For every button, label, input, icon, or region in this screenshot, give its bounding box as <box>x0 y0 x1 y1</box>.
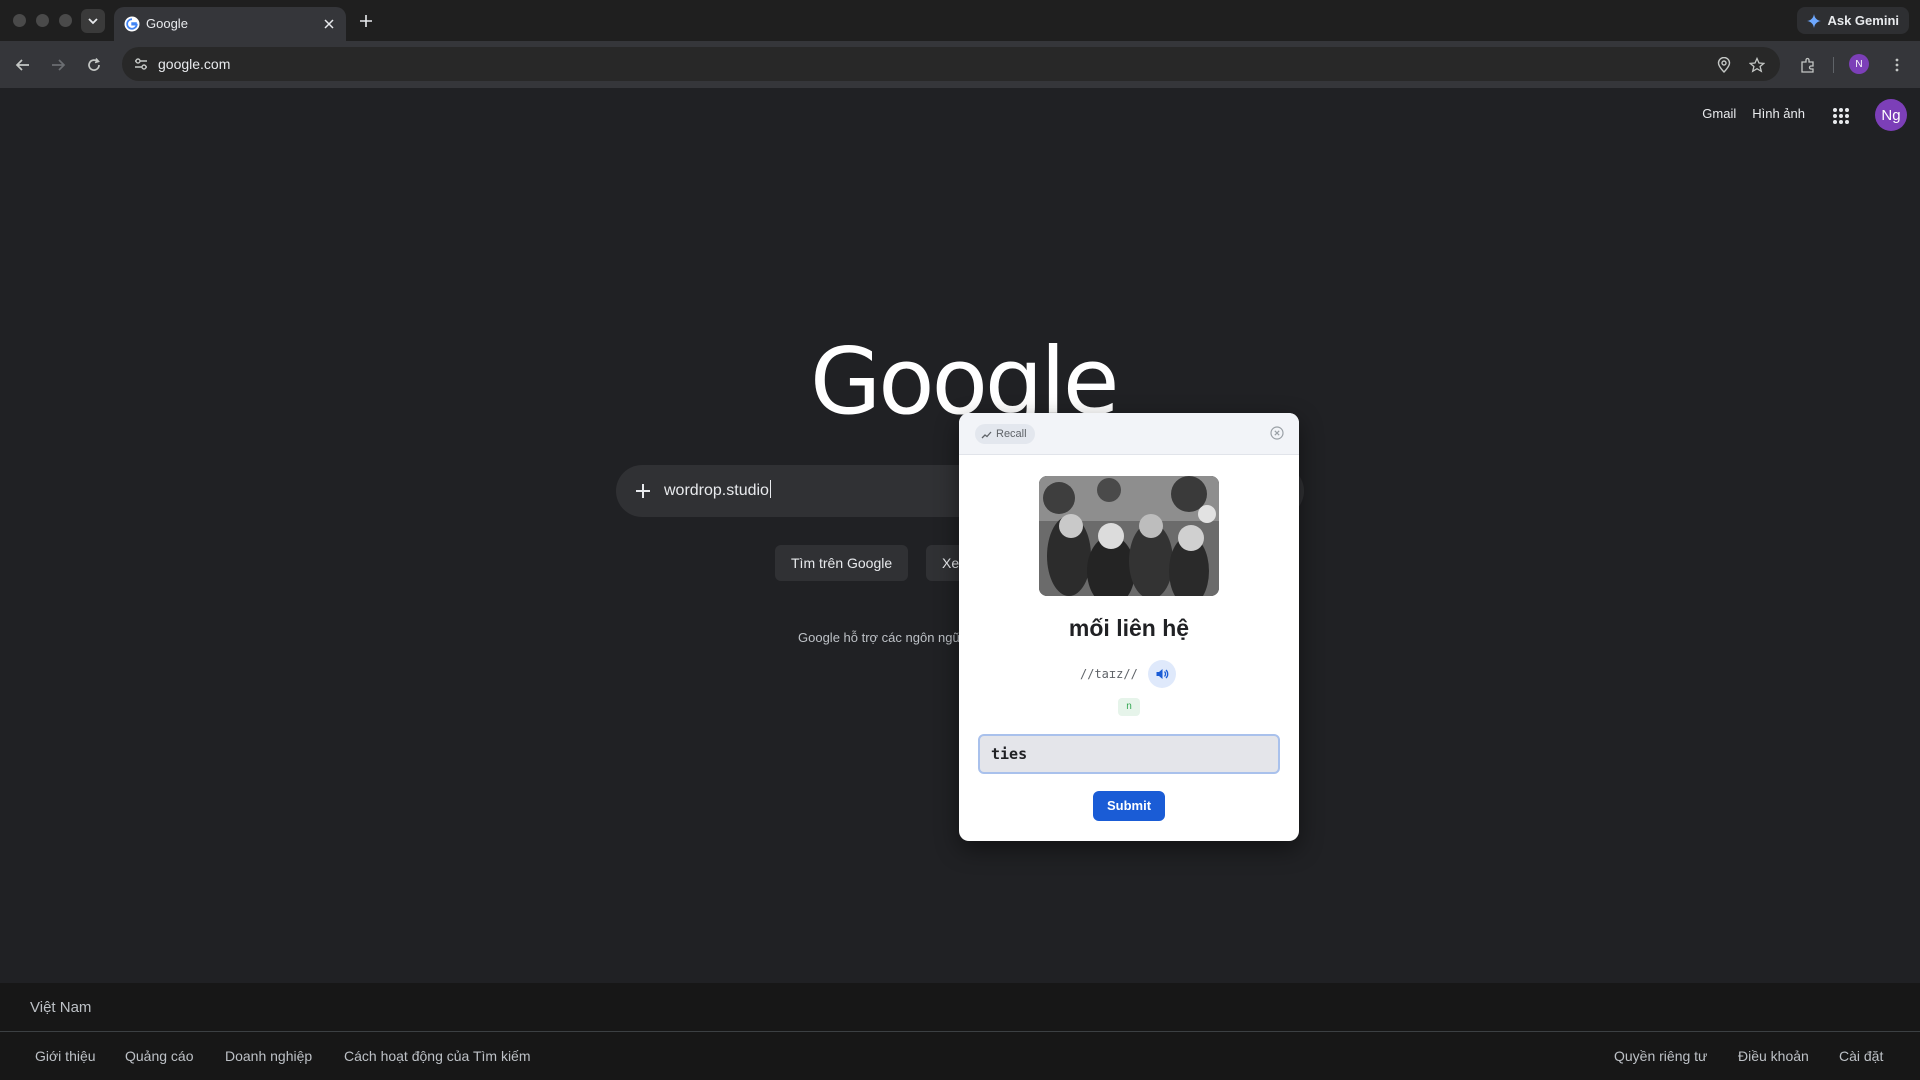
ask-gemini-button[interactable]: Ask Gemini <box>1797 7 1909 34</box>
search-add-button[interactable] <box>630 478 656 504</box>
window-minimize-button[interactable] <box>36 14 49 27</box>
puzzle-icon <box>1801 57 1814 73</box>
text-caret <box>769 480 771 498</box>
chevron-down-icon <box>88 18 98 25</box>
url-text: google.com <box>158 56 231 72</box>
forward-button[interactable] <box>45 52 71 78</box>
part-of-speech-badge: n <box>1118 698 1140 716</box>
recall-badge-label: Recall <box>996 428 1027 440</box>
browser-toolbar: google.com N <box>0 41 1920 88</box>
close-icon <box>324 19 334 29</box>
tune-icon <box>135 58 147 70</box>
back-button[interactable] <box>10 52 36 78</box>
apps-grid-icon <box>1833 108 1849 124</box>
google-apps-button[interactable] <box>1829 104 1853 128</box>
tab-search-button[interactable] <box>81 9 105 33</box>
arrow-left-icon <box>15 59 29 71</box>
window-close-button[interactable] <box>13 14 26 27</box>
plus-icon <box>636 484 650 498</box>
footer-link-advertising[interactable]: Quảng cáo <box>125 1048 194 1064</box>
footer-link-about[interactable]: Giới thiệu <box>35 1048 96 1064</box>
answer-input[interactable] <box>978 734 1280 774</box>
window-zoom-button[interactable] <box>59 14 72 27</box>
gmail-link[interactable]: Gmail <box>1702 106 1736 121</box>
pronounce-button[interactable] <box>1148 660 1176 688</box>
more-vertical-icon <box>1895 58 1899 72</box>
search-input[interactable]: wordrop.studio <box>664 480 771 500</box>
footer-link-privacy[interactable]: Quyền riêng tư <box>1614 1048 1707 1064</box>
trend-up-icon <box>981 431 992 438</box>
browser-menu-button[interactable] <box>1885 53 1909 77</box>
address-bar[interactable]: google.com <box>122 47 1780 81</box>
footer-link-terms[interactable]: Điều khoản <box>1738 1048 1809 1064</box>
popup-close-button[interactable] <box>1269 425 1285 441</box>
language-offer-text: Google hỗ trợ các ngôn ngữ <box>798 630 962 645</box>
recall-badge: Recall <box>975 424 1035 444</box>
tab-bar: Google Ask Gemini <box>0 0 1920 41</box>
google-search-button[interactable]: Tìm trên Google <box>775 545 909 581</box>
google-favicon-icon <box>124 16 140 32</box>
popup-header: Recall <box>959 413 1299 455</box>
footer-country-bar: Việt Nam <box>0 983 1920 1032</box>
gemini-sparkle-icon <box>1807 13 1822 28</box>
toolbar-divider <box>1833 57 1834 73</box>
footer-country: Việt Nam <box>30 999 92 1016</box>
bookmark-button[interactable] <box>1747 55 1767 75</box>
recall-popup: Recall mối liên hệ //taɪz// n Submit <box>959 413 1299 841</box>
plus-icon <box>360 15 372 27</box>
extensions-button[interactable] <box>1796 53 1820 77</box>
profile-button[interactable]: N <box>1849 54 1869 74</box>
location-button[interactable] <box>1714 55 1734 75</box>
new-tab-button[interactable] <box>354 9 378 33</box>
crowd-photo-image <box>1039 476 1219 596</box>
tab-title: Google <box>146 16 188 31</box>
close-circle-icon <box>1270 426 1284 440</box>
footer-link-business[interactable]: Doanh nghiệp <box>225 1048 312 1064</box>
location-pin-icon <box>1717 57 1731 73</box>
header-links: Gmail Hình ảnh <box>1702 106 1805 121</box>
search-input-value: wordrop.studio <box>664 482 769 499</box>
arrow-right-icon <box>52 59 66 71</box>
footer-link-how-search-works[interactable]: Cách hoạt động của Tìm kiếm <box>344 1048 531 1064</box>
reload-button[interactable] <box>81 52 107 78</box>
star-icon <box>1749 57 1765 73</box>
submit-button[interactable]: Submit <box>1093 791 1165 821</box>
ask-gemini-label: Ask Gemini <box>1827 13 1899 28</box>
phonetic-transcription: //taɪz// <box>1080 667 1138 681</box>
tab-google[interactable]: Google <box>114 7 346 41</box>
site-info-button[interactable] <box>132 55 150 73</box>
account-avatar[interactable]: Ng <box>1875 99 1907 131</box>
speaker-icon <box>1156 669 1169 679</box>
vocabulary-word: mối liên hệ <box>1068 615 1190 641</box>
word-illustration-photo <box>1039 476 1219 596</box>
images-link[interactable]: Hình ảnh <box>1752 106 1805 121</box>
footer-links-bar: Giới thiệu Quảng cáo Doanh nghiệp Cách h… <box>0 1032 1920 1080</box>
footer-link-settings[interactable]: Cài đặt <box>1839 1048 1883 1064</box>
tab-close-button[interactable] <box>318 13 340 35</box>
reload-icon <box>88 57 100 71</box>
